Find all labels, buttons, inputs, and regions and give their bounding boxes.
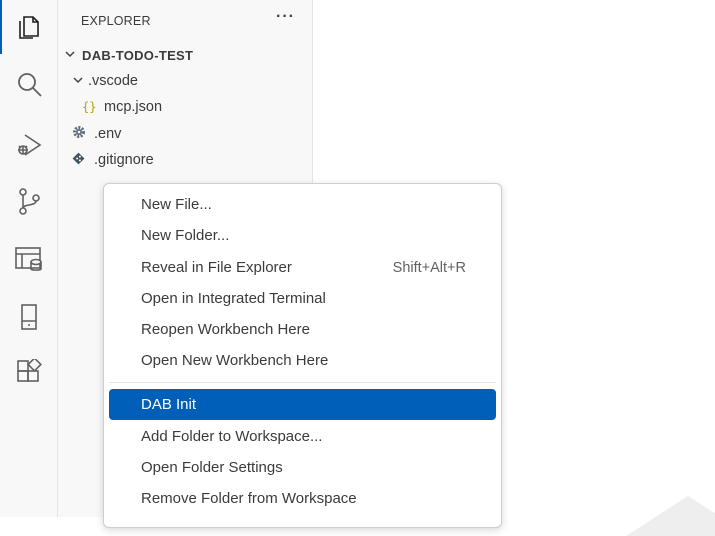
menu-item-open-folder-settings[interactable]: Open Folder Settings: [109, 452, 496, 483]
git-icon: [72, 152, 94, 169]
menu-item-reopen-workbench[interactable]: Reopen Workbench Here: [109, 314, 496, 345]
more-actions-icon[interactable]: ···: [276, 8, 295, 26]
tree-item-label: mcp.json: [104, 99, 163, 115]
run-debug-icon[interactable]: [14, 130, 44, 160]
tree-item-env[interactable]: .env: [58, 122, 313, 146]
menu-item-label: New Folder...: [141, 227, 230, 244]
decorative-shape: [626, 496, 715, 536]
menu-item-remove-folder[interactable]: Remove Folder from Workspace: [109, 483, 496, 514]
menu-item-label: Open New Workbench Here: [141, 352, 329, 369]
active-indicator: [0, 0, 2, 54]
activity-bar: [0, 0, 58, 517]
menu-item-label: Remove Folder from Workspace: [141, 490, 357, 507]
keyboard-shortcut: Shift+Alt+R: [392, 259, 466, 276]
menu-item-new-folder[interactable]: New Folder...: [109, 220, 496, 251]
menu-item-open-new-workbench[interactable]: Open New Workbench Here: [109, 345, 496, 376]
search-icon[interactable]: [14, 70, 44, 100]
tree-item-label: .vscode: [88, 73, 138, 89]
tree-item-label: .env: [94, 126, 122, 142]
workspace-root-label: DAB-TODO-TEST: [82, 47, 194, 63]
remote-icon[interactable]: [14, 302, 44, 332]
menu-item-label: Reveal in File Explorer: [141, 259, 292, 276]
menu-item-open-in-terminal[interactable]: Open in Integrated Terminal: [109, 283, 496, 314]
tree-item-vscode[interactable]: .vscode: [58, 69, 313, 93]
menu-item-label: Open Folder Settings: [141, 459, 283, 476]
menu-item-reveal-in-file-explorer[interactable]: Reveal in File Explorer Shift+Alt+R: [109, 252, 496, 283]
menu-separator: [109, 382, 496, 383]
chevron-down-icon: [64, 48, 78, 63]
tree-item-mcp-json[interactable]: {} mcp.json: [58, 95, 313, 119]
menu-item-label: DAB Init: [141, 396, 197, 413]
menu-item-label: New File...: [141, 196, 212, 213]
extensions-icon[interactable]: [14, 358, 44, 388]
explorer-title: EXPLORER: [81, 14, 151, 28]
workspace-root[interactable]: DAB-TODO-TEST: [58, 43, 313, 67]
json-icon: {}: [82, 100, 97, 114]
menu-item-dab-init[interactable]: DAB Init: [109, 389, 496, 420]
explorer-icon[interactable]: [14, 10, 44, 40]
menu-item-add-folder-to-workspace[interactable]: Add Folder to Workspace...: [109, 421, 496, 452]
database-icon[interactable]: [14, 244, 44, 274]
menu-item-label: Open in Integrated Terminal: [141, 290, 326, 307]
menu-item-label: Reopen Workbench Here: [141, 321, 310, 338]
gear-icon: [72, 125, 94, 143]
chevron-down-icon: [72, 74, 86, 89]
tree-item-label: .gitignore: [94, 152, 154, 168]
menu-item-new-file[interactable]: New File...: [109, 189, 496, 220]
source-control-icon[interactable]: [14, 186, 44, 216]
menu-item-label: Add Folder to Workspace...: [141, 428, 323, 445]
tree-item-gitignore[interactable]: .gitignore: [58, 148, 313, 172]
context-menu: New File... New Folder... Reveal in File…: [103, 183, 502, 528]
